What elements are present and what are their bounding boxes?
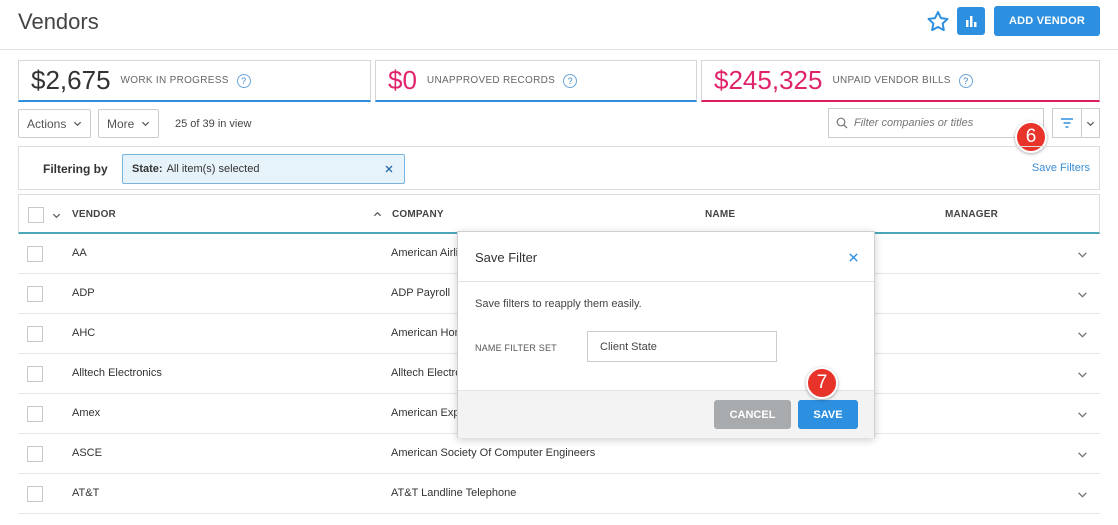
filter-options-dropdown[interactable]	[1082, 108, 1100, 138]
actions-label: Actions	[27, 116, 67, 131]
more-dropdown[interactable]: More	[98, 109, 160, 138]
step-7-callout: 7	[806, 367, 838, 399]
column-vendor[interactable]: VENDOR	[72, 209, 116, 220]
column-manager[interactable]: MANAGER	[945, 209, 998, 220]
vendor-cell: AT&T	[72, 487, 100, 499]
vendor-cell: Alltech Electronics	[72, 367, 162, 379]
modal-title: Save Filter	[475, 250, 538, 265]
add-vendor-button[interactable]: ADD VENDOR	[994, 6, 1100, 36]
name-filter-set-label: NAME FILTER SET	[475, 343, 557, 353]
chevron-down-icon	[1086, 121, 1095, 126]
help-icon[interactable]: ?	[236, 73, 251, 88]
page-title: Vendors	[18, 9, 99, 34]
stat-value: $245,325	[714, 65, 823, 95]
chevron-down-icon[interactable]	[1077, 409, 1088, 420]
vendor-cell: AA	[72, 247, 87, 259]
chart-button[interactable]	[957, 7, 985, 35]
page-header: Vendors ADD VENDOR	[0, 0, 1118, 50]
row-checkbox[interactable]	[27, 406, 43, 422]
close-icon[interactable]	[848, 252, 859, 263]
help-icon[interactable]: ?	[563, 73, 578, 88]
filter-bar: Filtering by State: All item(s) selected…	[18, 146, 1100, 190]
stat-value: $2,675	[31, 65, 111, 95]
chevron-down-icon	[142, 121, 150, 127]
row-checkbox[interactable]	[27, 486, 43, 502]
chip-value: All item(s) selected	[166, 163, 260, 175]
table-row[interactable]: ASCE American Society Of Computer Engine…	[18, 434, 1100, 474]
search-box[interactable]	[828, 108, 1044, 138]
sort-asc-icon[interactable]	[373, 210, 382, 219]
filter-set-name-input[interactable]	[587, 331, 777, 362]
chevron-down-icon	[74, 121, 82, 127]
state-filter-chip[interactable]: State: All item(s) selected	[122, 154, 405, 184]
stat-work-in-progress[interactable]: $2,675 WORK IN PROGRESS ?	[18, 60, 371, 102]
company-cell: AT&T Landline Telephone	[391, 487, 517, 499]
chevron-down-icon[interactable]	[52, 211, 61, 220]
save-button[interactable]: SAVE	[798, 400, 858, 429]
save-filters-link[interactable]: Save Filters	[1032, 162, 1090, 174]
filter-icon	[1061, 118, 1073, 128]
vendor-cell: AHC	[72, 327, 96, 339]
filter-button[interactable]	[1052, 108, 1082, 138]
modal-header: Save Filter	[458, 232, 874, 282]
vendor-cell: ASCE	[72, 447, 102, 459]
chevron-down-icon[interactable]	[1077, 289, 1088, 300]
chevron-down-icon[interactable]	[1077, 249, 1088, 260]
column-company[interactable]: COMPANY	[392, 209, 444, 220]
actions-dropdown[interactable]: Actions	[18, 109, 92, 138]
chevron-down-icon[interactable]	[1077, 449, 1088, 460]
favorite-star-icon[interactable]	[925, 9, 951, 35]
help-icon[interactable]: ?	[958, 73, 973, 88]
company-cell: American Society Of Computer Engineers	[391, 447, 596, 459]
stat-unpaid-vendor-bills[interactable]: $245,325 UNPAID VENDOR BILLS ?	[701, 60, 1100, 102]
chip-key: State:	[132, 163, 163, 175]
row-checkbox[interactable]	[27, 326, 43, 342]
cancel-button[interactable]: CANCEL	[714, 400, 791, 429]
chevron-down-icon[interactable]	[1077, 369, 1088, 380]
search-icon	[836, 117, 848, 129]
in-view-count: 25 of 39 in view	[175, 118, 252, 130]
stat-label: UNAPPROVED RECORDS	[426, 75, 556, 86]
select-all-checkbox[interactable]	[28, 207, 44, 223]
close-icon[interactable]	[383, 163, 395, 175]
filtering-by-label: Filtering by	[43, 162, 108, 176]
modal-description: Save filters to reapply them easily.	[475, 298, 642, 310]
stat-value: $0	[388, 65, 417, 95]
stat-label: UNPAID VENDOR BILLS	[832, 75, 951, 86]
stat-unapproved-records[interactable]: $0 UNAPPROVED RECORDS ?	[375, 60, 697, 102]
chevron-down-icon[interactable]	[1077, 329, 1088, 340]
row-checkbox[interactable]	[27, 246, 43, 262]
search-input[interactable]	[854, 117, 1034, 129]
column-name[interactable]: NAME	[705, 209, 735, 220]
more-label: More	[107, 116, 135, 131]
table-row[interactable]: AT&T AT&T Landline Telephone	[18, 474, 1100, 514]
bar-chart-icon	[966, 16, 977, 27]
vendor-cell: ADP	[72, 287, 95, 299]
company-cell: ADP Payroll	[391, 287, 451, 299]
chevron-down-icon[interactable]	[1077, 489, 1088, 500]
stat-label: WORK IN PROGRESS	[120, 75, 229, 86]
save-filter-modal: Save Filter Save filters to reapply them…	[457, 231, 875, 438]
row-checkbox[interactable]	[27, 366, 43, 382]
row-checkbox[interactable]	[27, 286, 43, 302]
modal-footer: CANCEL SAVE	[458, 390, 874, 438]
table-header: VENDOR COMPANY NAME MANAGER	[18, 194, 1100, 234]
vendor-cell: Amex	[72, 407, 101, 419]
row-checkbox[interactable]	[27, 446, 43, 462]
